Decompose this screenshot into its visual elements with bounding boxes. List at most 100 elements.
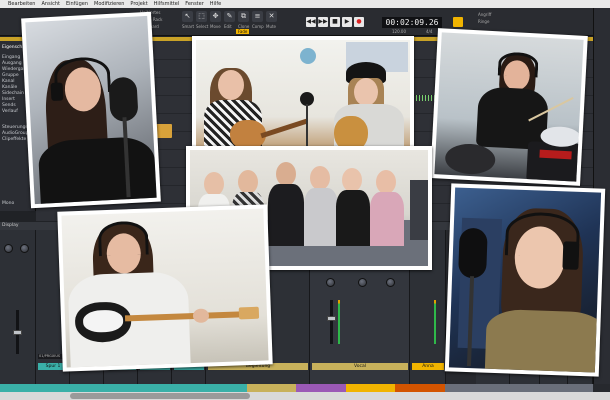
clone-tool-icon[interactable]: ⧉ <box>238 11 249 22</box>
speaker-shape <box>410 180 428 240</box>
hand-shape <box>192 308 210 324</box>
fader-track <box>330 300 333 344</box>
smart-tool-icon[interactable]: ↖ <box>182 11 193 22</box>
horizontal-scrollbar[interactable] <box>0 392 610 400</box>
inspector-line: Kanäle <box>2 85 18 90</box>
track-color-segment <box>98 384 149 392</box>
body-shape <box>336 190 370 246</box>
face-shape <box>342 168 362 192</box>
headstock-shape <box>238 306 260 320</box>
level-meter <box>434 300 436 344</box>
menu-item-help[interactable]: Hilfe <box>210 0 221 8</box>
inspector-line: Ausgang <box>2 61 22 66</box>
strip-name[interactable]: Vocal <box>312 363 408 370</box>
microphone-icon <box>108 76 139 122</box>
gain-knob[interactable] <box>20 244 29 253</box>
inspector-line: Sidechain <box>2 91 24 96</box>
inspector-bottom-label[interactable]: Steuerungs <box>2 125 28 130</box>
track-color-segment <box>494 384 544 392</box>
inspector-line: Eingang <box>2 55 21 60</box>
inspector-line: Sends <box>2 103 16 108</box>
photo-singer-left <box>21 11 161 209</box>
menu-bar: Bearbeiten Ansicht Einfügen Modifizieren… <box>0 0 610 8</box>
pan-knob[interactable] <box>386 278 395 287</box>
move-tool-icon[interactable]: ✥ <box>210 11 221 22</box>
menu-item-tools[interactable]: Hilfsmittel <box>154 0 180 8</box>
track-color-segment <box>197 384 248 392</box>
pan-knob[interactable] <box>4 244 13 253</box>
photo-bassist <box>57 204 273 372</box>
strip-name[interactable]: Anna <box>412 363 444 370</box>
meter-display[interactable]: 4/4 <box>426 29 432 34</box>
drum-shape <box>444 142 496 176</box>
photo-duo-guitars <box>192 36 414 162</box>
wall-decoration <box>300 48 316 64</box>
track-color-segment <box>0 384 50 392</box>
track-color-segment <box>444 384 495 392</box>
face-shape <box>310 166 330 190</box>
track-color-segment <box>296 384 346 392</box>
pan-knob[interactable] <box>326 278 335 287</box>
track-color-segment <box>148 384 198 392</box>
tool-label-smart: Smart <box>182 24 195 29</box>
mono-label[interactable]: Mono <box>2 201 14 206</box>
track-color-segment <box>345 384 396 392</box>
tool-label-select: Select <box>196 24 209 29</box>
record-button[interactable]: ● <box>354 17 364 27</box>
pan-knob[interactable] <box>358 278 367 287</box>
loop-label-2: Ringe <box>478 19 490 24</box>
scrollbar-thumb[interactable] <box>70 393 250 399</box>
headphone-cup <box>562 241 580 270</box>
comp-tool-icon[interactable]: ≡ <box>252 11 263 22</box>
face-shape <box>376 170 396 194</box>
menu-item-project[interactable]: Projekt <box>130 0 147 8</box>
body-shape <box>370 192 404 246</box>
volume-fader[interactable] <box>327 316 336 321</box>
console-label: Display <box>2 223 19 228</box>
face-shape <box>354 78 378 106</box>
menu-item-modify[interactable]: Modifizieren <box>94 0 124 8</box>
face-shape <box>204 172 224 196</box>
drum-kit-shape <box>526 141 583 182</box>
loop-label-1: Angriff <box>478 12 492 17</box>
face-shape <box>238 170 258 194</box>
forward-button[interactable]: ▶▶ <box>318 17 328 27</box>
menu-item-view[interactable]: Ansicht <box>41 0 59 8</box>
face-shape <box>218 70 244 100</box>
tool-label-mute: Mute <box>266 24 277 29</box>
photo-singer-right <box>444 183 606 377</box>
fade-button[interactable]: Fade <box>236 29 250 34</box>
select-tool-icon[interactable]: ⬚ <box>196 11 207 22</box>
menu-item-insert[interactable]: Einfügen <box>66 0 88 8</box>
body-shape <box>475 86 549 150</box>
play-button[interactable]: ▶ <box>342 17 352 27</box>
body-shape <box>268 184 304 246</box>
headphone-cup <box>50 82 64 102</box>
mute-tool-icon[interactable]: ✕ <box>266 11 277 22</box>
scarf-shape <box>484 308 602 373</box>
track-color-segment <box>543 384 593 392</box>
body-shape <box>37 135 157 205</box>
photo-drummer <box>430 28 588 186</box>
edit-tool-icon[interactable]: ✎ <box>224 11 235 22</box>
headphones-icon <box>97 220 149 257</box>
inspector-line: Verlauf <box>2 109 18 114</box>
inspector-line: Kanal <box>2 79 15 84</box>
mixer-strip <box>0 230 36 392</box>
tool-label-comp: Comp <box>252 24 264 29</box>
tempo-display[interactable]: 120.00 <box>392 29 406 34</box>
loop-toggle[interactable] <box>453 17 463 27</box>
guitar-neck <box>260 118 308 139</box>
inspector-bottom-label[interactable]: Clipeffekte <box>2 137 26 142</box>
track-color-bar <box>0 384 610 392</box>
track-color-segment <box>395 384 445 392</box>
stop-button[interactable]: ■ <box>330 17 340 27</box>
track-color-segment <box>247 384 297 392</box>
menu-item-window[interactable]: Fenster <box>185 0 204 8</box>
body-shape <box>304 188 338 246</box>
volume-fader[interactable] <box>13 330 22 335</box>
headphones-icon <box>497 51 539 78</box>
rewind-button[interactable]: ◀◀ <box>306 17 316 27</box>
track-color-segment <box>49 384 99 392</box>
menu-item-edit[interactable]: Bearbeiten <box>8 0 35 8</box>
